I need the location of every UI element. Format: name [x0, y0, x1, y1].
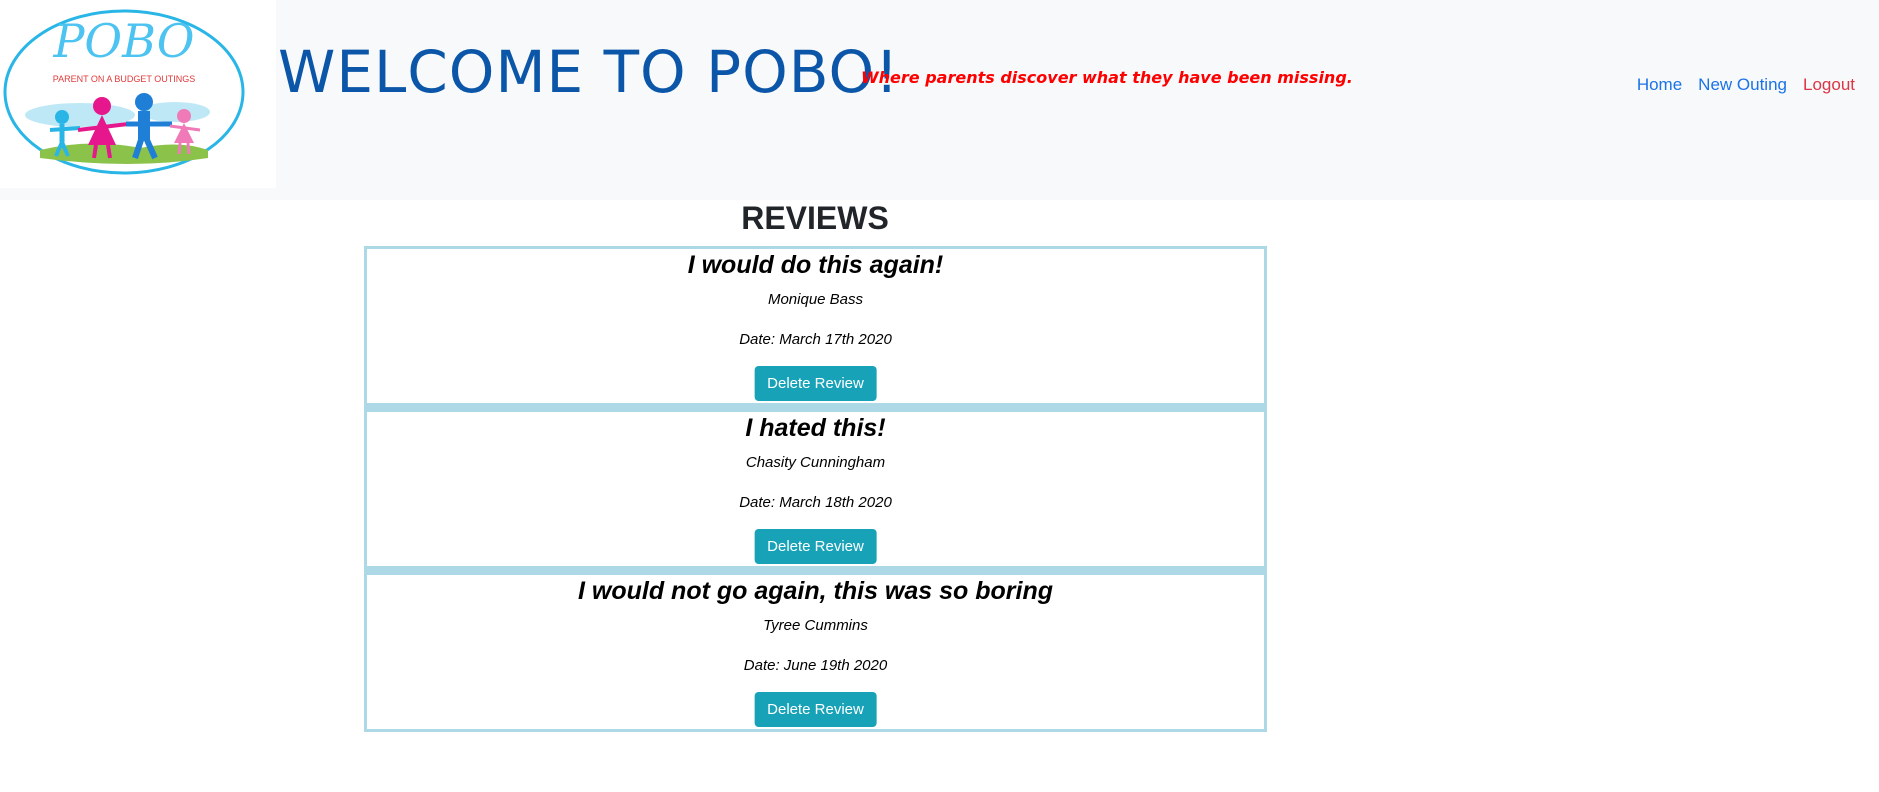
review-date: Date: June 19th 2020: [743, 657, 888, 674]
delete-review-button[interactable]: Delete Review: [754, 529, 877, 564]
family-logo-icon: POBO PARENT ON A BUDGET OUTINGS: [3, 9, 245, 175]
review-title: I hated this!: [745, 414, 886, 442]
review-card: I would not go again, this was so boring…: [364, 569, 1267, 732]
delete-review-button[interactable]: Delete Review: [754, 366, 877, 401]
delete-review-button[interactable]: Delete Review: [754, 692, 877, 727]
review-date: Date: March 18th 2020: [739, 494, 892, 511]
logo-subtitle: PARENT ON A BUDGET OUTINGS: [53, 74, 196, 84]
logo-title: POBO: [52, 14, 194, 68]
review-author: Chasity Cunningham: [745, 454, 886, 471]
review-title: I would not go again, this was so boring: [578, 577, 1053, 605]
nav-logout-link[interactable]: Logout: [1803, 75, 1855, 95]
review-author: Tyree Cummins: [763, 617, 868, 634]
review-title: I would do this again!: [687, 251, 944, 279]
page-title: REVIEWS: [741, 200, 889, 236]
review-card: I would do this again! Monique Bass Date…: [364, 246, 1267, 406]
welcome-heading: WELCOME TO POBO!: [278, 38, 900, 106]
review-card: I hated this! Chasity Cunningham Date: M…: [364, 406, 1267, 569]
main-nav: Home New Outing Logout: [1637, 75, 1855, 95]
tagline: Where parents discover what they have be…: [861, 68, 1353, 87]
site-header: POBO PARENT ON A BUDGET OUTINGS WELCOME …: [0, 0, 1879, 200]
nav-home-link[interactable]: Home: [1637, 75, 1682, 95]
review-author: Monique Bass: [767, 291, 864, 308]
review-list: I would do this again! Monique Bass Date…: [364, 246, 1267, 732]
nav-new-outing-link[interactable]: New Outing: [1698, 75, 1787, 95]
pobo-logo[interactable]: POBO PARENT ON A BUDGET OUTINGS: [0, 0, 276, 188]
review-date: Date: March 17th 2020: [739, 331, 892, 348]
